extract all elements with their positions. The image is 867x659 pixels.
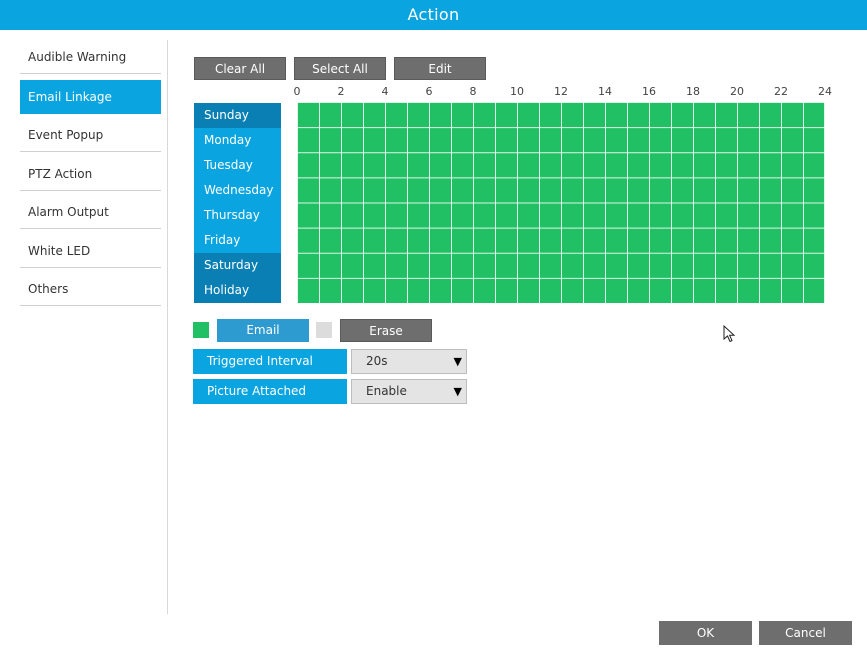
email-color-swatch xyxy=(193,322,209,338)
schedule-grid-panel: 0 2 4 6 8 10 12 14 16 18 20 22 24 Sunday… xyxy=(194,85,832,305)
hour-label: 6 xyxy=(425,85,433,98)
day-label-saturday[interactable]: Saturday xyxy=(194,253,281,278)
sidebar-item-email-linkage[interactable]: Email Linkage xyxy=(20,80,161,114)
email-mode-button[interactable]: Email xyxy=(217,319,309,342)
window-title: Action xyxy=(0,0,867,30)
picture-attached-select[interactable]: Enable ▼ xyxy=(351,379,467,404)
hour-label: 20 xyxy=(730,85,744,98)
hour-label: 12 xyxy=(554,85,568,98)
sidebar-item-white-led[interactable]: White LED xyxy=(20,234,161,268)
edit-button[interactable]: Edit xyxy=(394,57,486,80)
sidebar-item-audible-warning[interactable]: Audible Warning xyxy=(20,40,161,74)
day-label-thursday[interactable]: Thursday xyxy=(194,203,281,228)
panel-divider xyxy=(167,40,168,614)
schedule-time-grid[interactable] xyxy=(297,102,825,303)
hour-label: 18 xyxy=(686,85,700,98)
ok-button[interactable]: OK xyxy=(659,621,752,645)
triggered-interval-label: Triggered Interval xyxy=(193,349,347,374)
dropdown-arrow-icon: ▼ xyxy=(453,355,462,368)
hour-label: 16 xyxy=(642,85,656,98)
clear-all-button[interactable]: Clear All xyxy=(194,57,286,80)
mouse-pointer-icon xyxy=(723,325,736,343)
triggered-interval-select[interactable]: 20s ▼ xyxy=(351,349,467,374)
cancel-button[interactable]: Cancel xyxy=(759,621,852,645)
hour-label: 4 xyxy=(381,85,389,98)
select-all-button[interactable]: Select All xyxy=(294,57,386,80)
hour-label: 8 xyxy=(469,85,477,98)
sidebar-item-ptz-action[interactable]: PTZ Action xyxy=(20,157,161,191)
triggered-interval-value: 20s xyxy=(366,354,388,368)
hour-label: 2 xyxy=(337,85,345,98)
hour-label: 22 xyxy=(774,85,788,98)
erase-color-swatch xyxy=(316,322,332,338)
sidebar-item-others[interactable]: Others xyxy=(20,272,161,306)
hour-label: 14 xyxy=(598,85,612,98)
erase-mode-button[interactable]: Erase xyxy=(340,319,432,342)
day-label-holiday[interactable]: Holiday xyxy=(194,278,281,303)
day-label-monday[interactable]: Monday xyxy=(194,128,281,153)
dropdown-arrow-icon: ▼ xyxy=(453,385,462,398)
sidebar-item-alarm-output[interactable]: Alarm Output xyxy=(20,195,161,229)
picture-attached-label: Picture Attached xyxy=(193,379,347,404)
picture-attached-value: Enable xyxy=(366,384,407,398)
hour-label: 0 xyxy=(293,85,301,98)
hour-label: 10 xyxy=(510,85,524,98)
day-label-tuesday[interactable]: Tuesday xyxy=(194,153,281,178)
sidebar-item-event-popup[interactable]: Event Popup xyxy=(20,118,161,152)
hour-label: 24 xyxy=(818,85,832,98)
day-label-sunday[interactable]: Sunday xyxy=(194,103,281,128)
day-label-wednesday[interactable]: Wednesday xyxy=(194,178,281,203)
day-label-friday[interactable]: Friday xyxy=(194,228,281,253)
